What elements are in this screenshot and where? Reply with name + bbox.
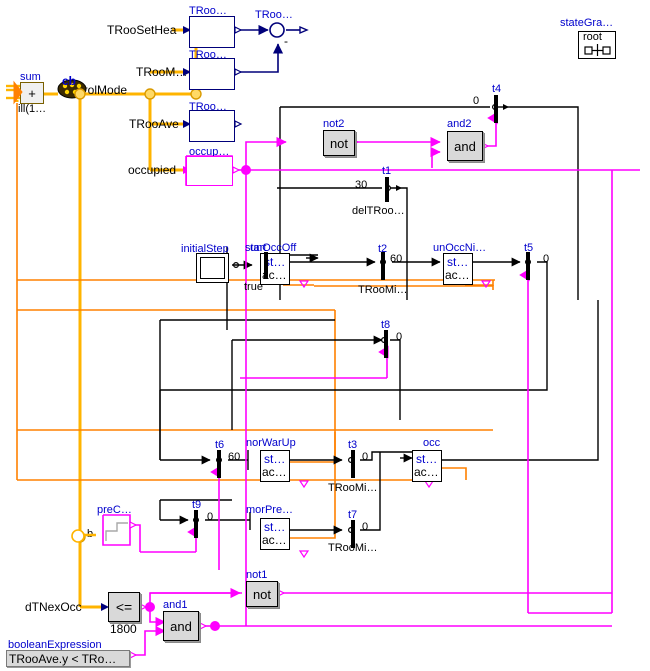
stategraph-root-label: stateGra…: [560, 17, 614, 29]
and1-block[interactable]: and: [163, 611, 199, 641]
input-label-troosethea: TRooSetHea: [107, 23, 177, 37]
troomin-passthrough-block[interactable]: [189, 58, 235, 90]
step-action-text: ac…: [262, 533, 287, 547]
and1-symbol: and: [170, 618, 192, 634]
transition-bar-t1[interactable]: [385, 177, 389, 202]
and2-symbol: and: [454, 138, 476, 154]
booleanexpression-block[interactable]: TRooAve.y < TRo…: [6, 650, 130, 667]
less-equal-threshold-block[interactable]: <=: [108, 592, 140, 622]
step-block-morpre[interactable]: st… ac…: [260, 518, 290, 550]
not2-block-label: not2: [323, 118, 345, 130]
transition-bar-t8[interactable]: [384, 330, 388, 358]
step-state-text: st…: [264, 520, 286, 534]
step-action-text: ac…: [414, 465, 439, 479]
not1-block-label: not1: [246, 569, 268, 581]
transition-bar-t3[interactable]: [351, 450, 355, 478]
modelica-diagram-canvas[interactable]: stateGra… root sum + ill(1… controlMode …: [0, 0, 650, 671]
transition-name-t1: delTRoo…: [352, 205, 405, 217]
prec-icon: [105, 522, 128, 541]
not2-block[interactable]: not: [323, 130, 355, 156]
transition-bar-t9[interactable]: [194, 510, 198, 538]
step-state-text: st…: [264, 452, 286, 466]
transition-condition-t6: 60: [228, 451, 241, 463]
sum-sublabel: ill(1…: [18, 103, 47, 115]
input-label-occupied: occupied: [128, 163, 177, 177]
cb-overlay-label: cb: [62, 74, 77, 88]
not2-symbol: not: [329, 135, 349, 151]
and2-block-label: and2: [447, 118, 472, 130]
transition-name-t3: TRooMi…: [328, 482, 378, 494]
stategraph-root-block[interactable]: root: [578, 31, 616, 59]
transition-condition-start: true: [244, 281, 263, 293]
transition-bar-t4[interactable]: [494, 95, 498, 123]
transition-condition-t9: 0: [207, 511, 214, 523]
booleanexpression-text: TRooAve.y < TRo…: [9, 651, 117, 666]
not1-symbol: not: [252, 586, 272, 602]
feedback-sign-label: -: [284, 34, 288, 48]
step-label-occ: occ: [423, 437, 441, 449]
feedback-block-label: TRoo…: [255, 9, 293, 21]
troosethea-passthrough-block[interactable]: [189, 16, 235, 48]
step-label-morpre: morPre…: [246, 504, 294, 516]
and2-block[interactable]: and: [447, 131, 483, 161]
transition-bar-t6[interactable]: [217, 450, 221, 478]
transition-bar-t2[interactable]: [381, 252, 385, 280]
bus-connector-dots: [74, 66, 202, 543]
step-block-occ[interactable]: st… ac…: [412, 450, 442, 482]
transition-bar-t5[interactable]: [526, 252, 530, 280]
transition-label-t1: t1: [382, 165, 392, 177]
transition-bar-start[interactable]: [264, 252, 268, 279]
trooave-passthrough-block[interactable]: [189, 110, 235, 142]
step-block-unoccnig[interactable]: st… ac…: [443, 253, 473, 285]
transition-condition-t8: 0: [396, 331, 403, 343]
transition-condition-t7: 0: [362, 521, 369, 533]
sum-symbol: +: [28, 85, 36, 101]
transition-condition-t4: 0: [473, 95, 480, 107]
transition-condition-t3: 0: [362, 451, 369, 463]
step-action-text: ac…: [445, 268, 470, 282]
step-state-text: st…: [416, 452, 438, 466]
not1-block[interactable]: not: [246, 581, 278, 607]
transition-label-t4: t4: [492, 83, 502, 95]
threshold-value-label: 1800: [110, 622, 137, 636]
less-equal-symbol: <=: [115, 599, 133, 615]
step-block-norwarup[interactable]: st… ac…: [260, 450, 290, 482]
step-label-norwarup: norWarUp: [246, 437, 296, 449]
input-label-dtnexocc: dTNexOcc: [25, 600, 82, 614]
root-icon: [584, 44, 611, 56]
initialstep-block[interactable]: [196, 253, 229, 283]
transition-condition-t2: 60: [390, 253, 403, 265]
input-label-troomin: TRooM…: [136, 65, 188, 79]
step-state-text: st…: [447, 255, 469, 269]
transition-condition-t1: 30: [355, 179, 368, 191]
step-action-text: ac…: [262, 465, 287, 479]
input-label-trooave: TRooAve: [129, 117, 179, 131]
and1-block-label: and1: [163, 599, 188, 611]
transition-name-t7: TRooMi…: [328, 542, 378, 554]
connection-wires: [6, 22, 640, 659]
occupancy-block[interactable]: [186, 156, 233, 186]
transition-name-t2: TRooMi…: [358, 284, 408, 296]
prec-input-port[interactable]: [70, 528, 86, 544]
transition-condition-t5: 0: [543, 253, 550, 265]
